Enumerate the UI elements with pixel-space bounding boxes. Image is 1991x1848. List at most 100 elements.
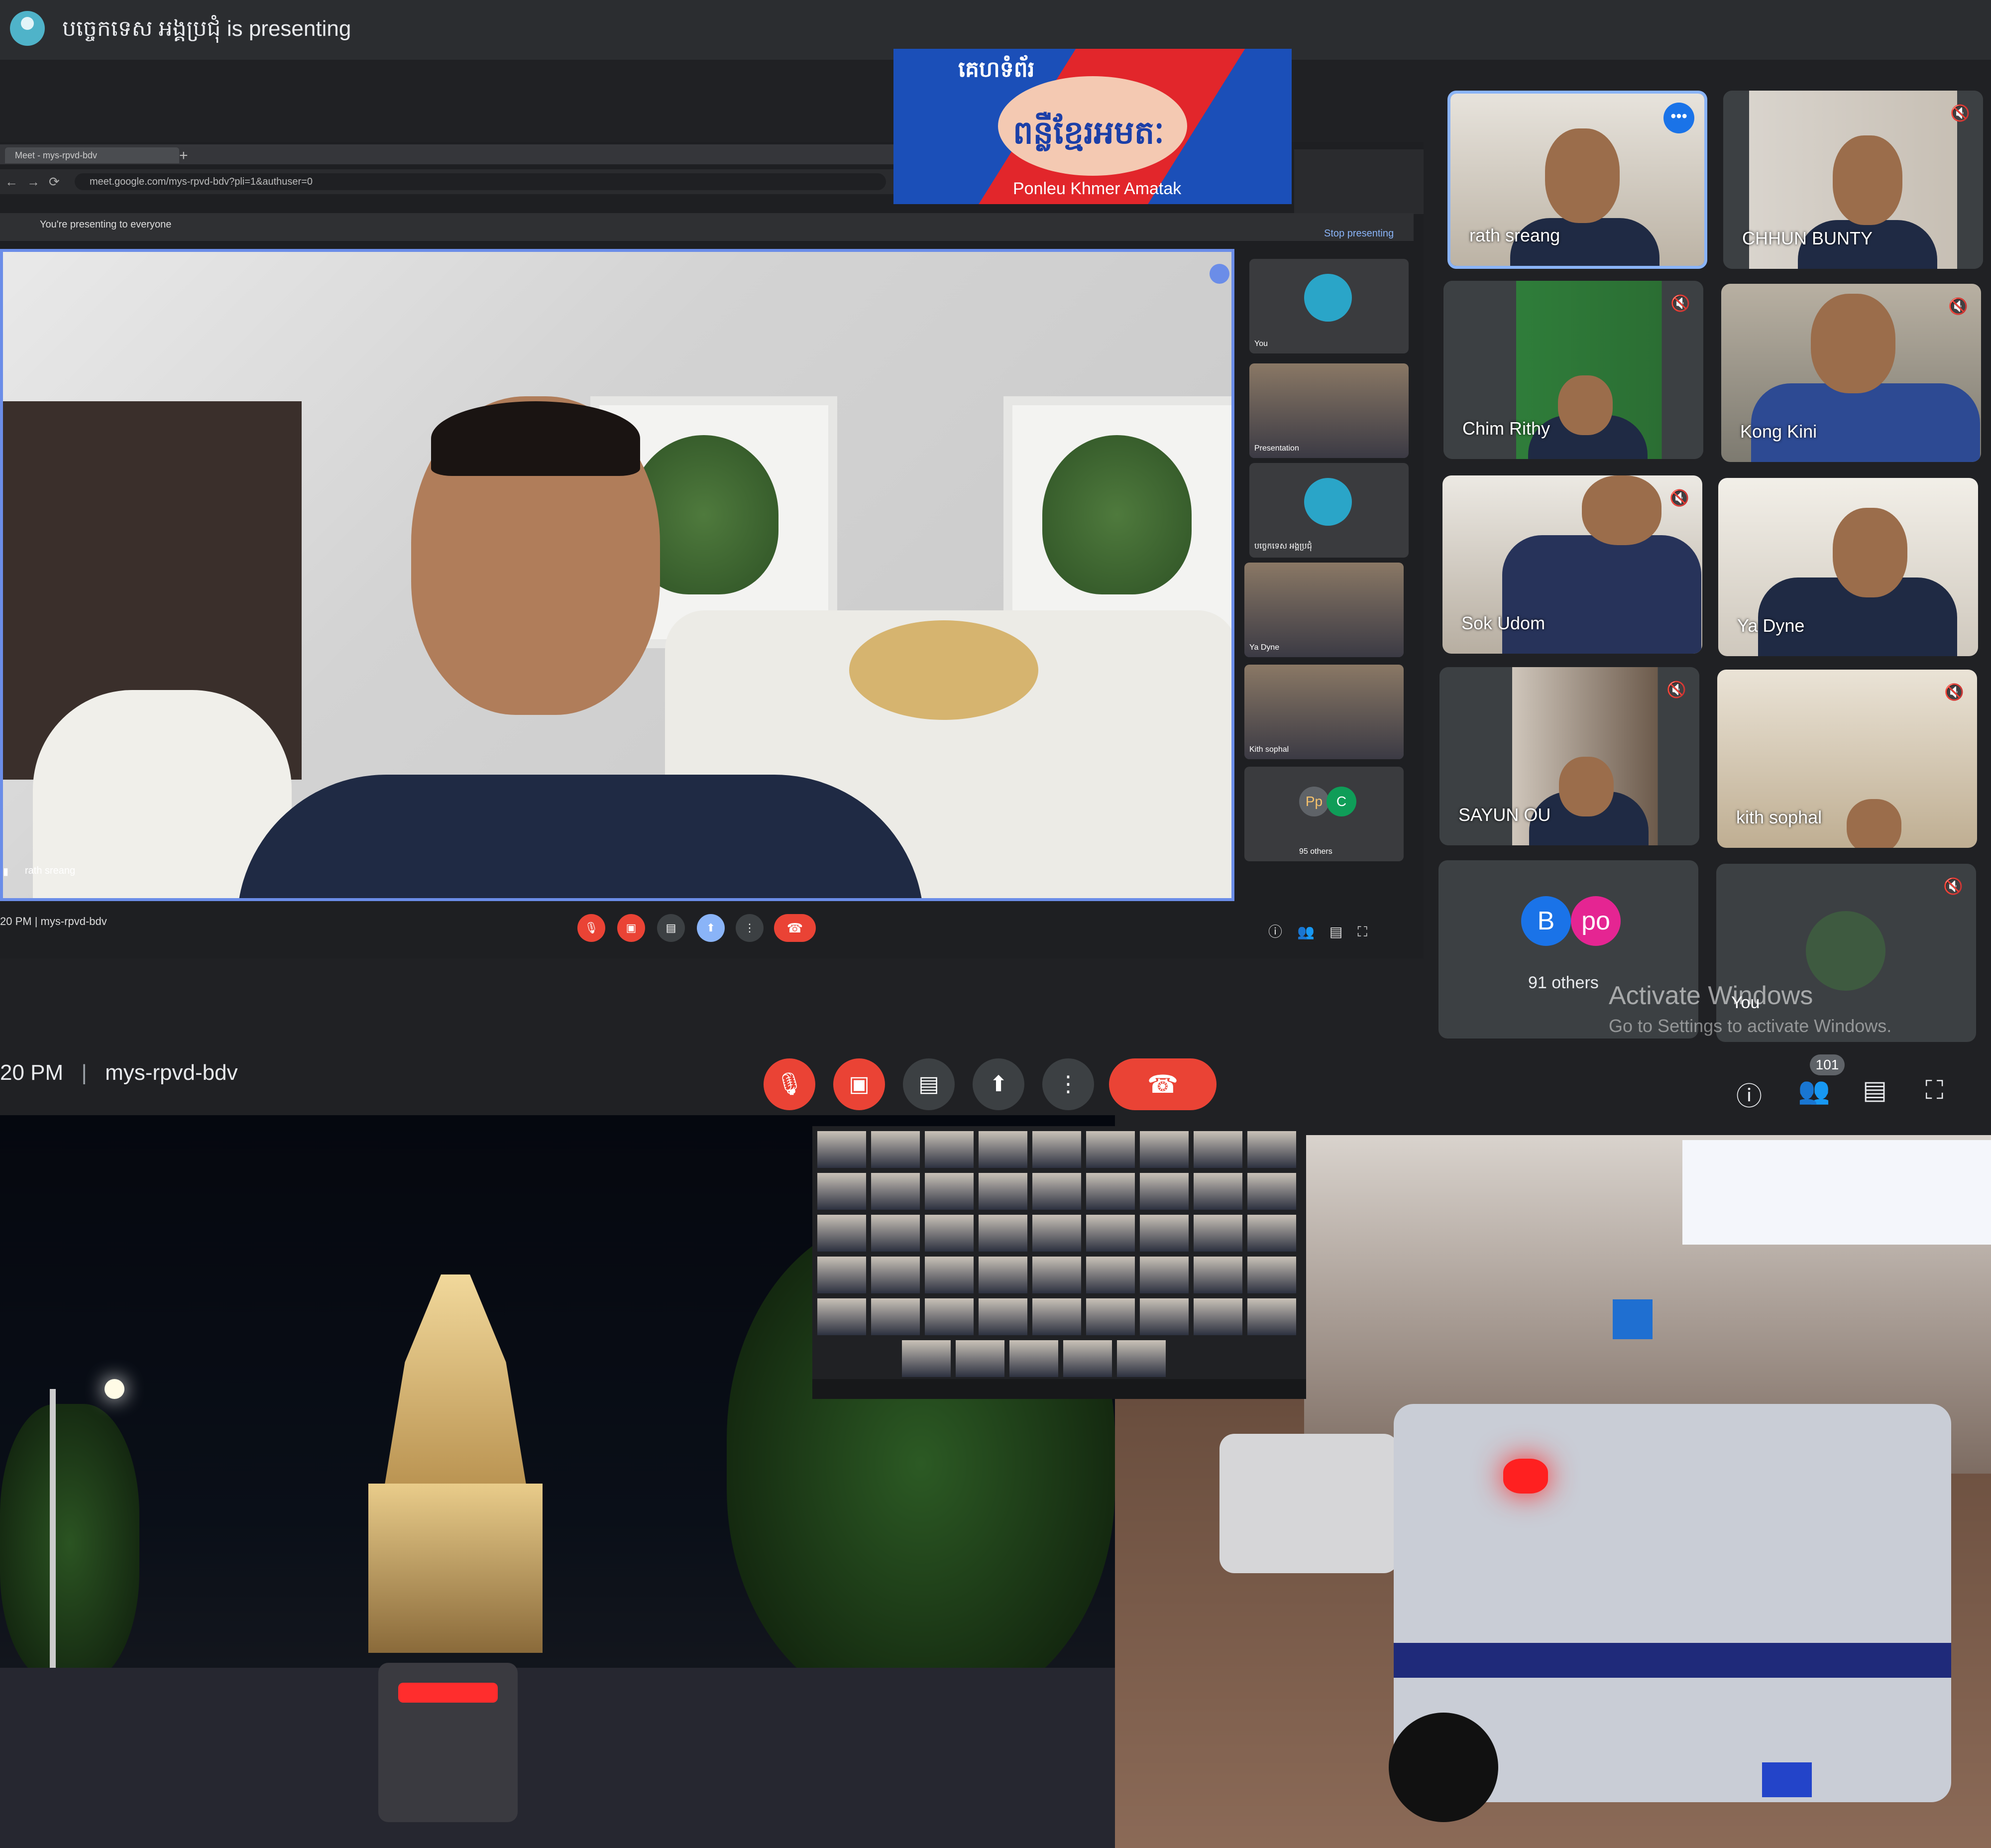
- end-call-icon[interactable]: ☎: [1109, 1058, 1217, 1110]
- logo-sub-text: Ponleu Khmer Amatak: [1013, 179, 1182, 198]
- shared-tile-presentation[interactable]: Presentation: [1249, 363, 1409, 458]
- officer-hair: [431, 401, 640, 476]
- others-avatar: po: [1571, 896, 1621, 946]
- license-plate: [1762, 1762, 1812, 1797]
- meeting-time-code: 20 PM | mys-rpvd-bdv: [0, 1060, 238, 1085]
- avatar: C: [1327, 787, 1356, 816]
- inner-captions-icon[interactable]: ▤: [657, 914, 685, 942]
- activities-icon[interactable]: ⛶: [1925, 1075, 1943, 1106]
- shared-tile-you[interactable]: You: [1249, 259, 1409, 353]
- mic-off-icon: 🔇: [1950, 104, 1970, 122]
- officer-uniform: [237, 775, 924, 898]
- participant-tile-rath-sreang[interactable]: ••• rath sreang: [1447, 91, 1707, 269]
- patrol-pickup-back: [1219, 1434, 1399, 1573]
- participant-name: Ya Dyne: [1737, 615, 1805, 636]
- inner-more-icon[interactable]: ⋮: [736, 914, 764, 942]
- mic-off-icon: 🔇: [1669, 489, 1689, 507]
- separator: |: [81, 1060, 87, 1085]
- participant-tile-chim-rithy[interactable]: 🔇 Chim Rithy: [1443, 281, 1703, 459]
- chat-icon[interactable]: ▤: [1863, 1075, 1887, 1105]
- stop-presenting-button[interactable]: Stop presenting: [1324, 228, 1394, 239]
- participant-tile-chhun-bunty[interactable]: 🔇 CHHUN BUNTY: [1723, 91, 1983, 269]
- meeting-code: mys-rpvd-bdv: [105, 1060, 238, 1085]
- avatar: Pp: [1299, 787, 1329, 816]
- grid-overview-controls: [812, 1379, 1306, 1399]
- trees: [0, 1404, 139, 1683]
- participant-tile-ya-dyne[interactable]: Ya Dyne: [1718, 478, 1978, 656]
- inner-end-call-icon[interactable]: ☎: [774, 914, 816, 942]
- mic-off-icon: 🔇: [1948, 297, 1968, 315]
- participant-name: CHHUN BUNTY: [1742, 228, 1873, 248]
- siren-light: [1503, 1459, 1548, 1494]
- participant-name: kith sophal: [1736, 807, 1822, 827]
- participant-tile-kith-sophal[interactable]: 🔇 kith sophal: [1717, 670, 1977, 848]
- presenting-banner-text: You're presenting to everyone: [40, 219, 172, 230]
- presenting-status-text: បច្ចេកទេស អង្គប្រជុំ is presenting: [62, 16, 351, 41]
- user-avatar-icon: [1304, 274, 1352, 322]
- independence-monument-base: [368, 1484, 543, 1653]
- tile-name: បច្ចេកទេស អង្គប្រជុំ: [1254, 542, 1312, 551]
- mic-off-icon: 🔇: [1670, 294, 1690, 312]
- presenting-banner: [0, 213, 1414, 241]
- others-count-label: 91 others: [1528, 973, 1599, 992]
- mic-off-icon: 🔇: [1943, 877, 1963, 895]
- browser-nav-icons[interactable]: ←→⟳: [5, 174, 69, 190]
- shared-tile-kith-sophal[interactable]: Kith sophal: [1244, 665, 1404, 759]
- participant-tile-sok-udom[interactable]: 🔇 Sok Udom: [1442, 475, 1702, 654]
- inner-side-icons[interactable]: ⓘ👥▤⛶: [1268, 921, 1382, 941]
- address-bar[interactable]: meet.google.com/mys-rpvd-bdv?pli=1&authu…: [75, 173, 886, 190]
- street-light-pole: [50, 1389, 56, 1668]
- you-avatar: [1806, 911, 1885, 991]
- participant-tile-sayun-ou[interactable]: 🔇 SAYUN OU: [1439, 667, 1699, 845]
- new-tab-icon[interactable]: +: [179, 147, 188, 164]
- captions-icon[interactable]: ▤: [903, 1058, 955, 1110]
- meeting-details-icon[interactable]: ⓘ: [1736, 1075, 1762, 1113]
- browser-tab[interactable]: Meet - mys-rpvd-bdv: [5, 147, 179, 163]
- shared-tile-ya-dyne[interactable]: Ya Dyne: [1244, 563, 1404, 657]
- mic-off-icon: 🔇: [1666, 681, 1686, 698]
- pharmacy-cross: [1613, 1299, 1653, 1339]
- meeting-grid-overview: [812, 1126, 1306, 1399]
- more-options-icon[interactable]: ⋮: [1042, 1058, 1094, 1110]
- pickup-wheel: [1389, 1713, 1498, 1822]
- mic-indicator-icon: ▮: [3, 866, 9, 877]
- main-video-more-icon[interactable]: [1210, 264, 1229, 284]
- tile-name: 95 others: [1299, 847, 1332, 856]
- participant-tile-kong-kini[interactable]: 🔇 Kong Kini: [1721, 284, 1981, 462]
- inner-meeting-info: 20 PM | mys-rpvd-bdv: [0, 915, 107, 927]
- more-options-icon[interactable]: •••: [1663, 103, 1694, 133]
- shared-tile-presenter[interactable]: បច្ចេកទេស អង្គប្រជុំ: [1249, 463, 1409, 558]
- windows-activation-watermark: Activate Windows: [1609, 981, 1813, 1010]
- logo-main-text: ពន្លឺខ្មែរអមតៈ: [1013, 115, 1164, 150]
- people-icon[interactable]: 👥: [1798, 1075, 1830, 1106]
- ponleu-khmer-amatak-logo: គេហទំព័រ ពន្លឺខ្មែរអមតៈ Ponleu Khmer Ama…: [893, 49, 1292, 204]
- main-speaker-video[interactable]: [0, 249, 1234, 901]
- inner-mic-off-icon[interactable]: 🎙: [577, 914, 605, 942]
- participant-name: rath sreang: [1469, 225, 1560, 245]
- shared-tile-others[interactable]: Pp C 95 others: [1244, 767, 1404, 861]
- people-count-badge: 101: [1810, 1054, 1845, 1075]
- logo-top-text: គេហទំព័រ: [958, 57, 1035, 82]
- building-sign: [1682, 1140, 1991, 1245]
- mic-off-icon[interactable]: 🎙: [764, 1058, 815, 1110]
- tile-name: You: [1254, 340, 1268, 348]
- participant-name: Sok Udom: [1461, 613, 1546, 633]
- participant-name: Chim Rithy: [1462, 418, 1550, 439]
- user-avatar-icon: [1304, 478, 1352, 526]
- tile-name: Kith sophal: [1249, 745, 1289, 754]
- pickup-stripe: [1394, 1643, 1951, 1678]
- inner-camera-off-icon[interactable]: ▣: [617, 914, 645, 942]
- mic-off-icon: 🔇: [1944, 683, 1964, 701]
- windows-activation-hint: Go to Settings to activate Windows.: [1609, 1016, 1892, 1036]
- street-lamp: [105, 1379, 124, 1399]
- sofa-crest: [849, 620, 1038, 720]
- others-avatar: B: [1521, 896, 1571, 946]
- inner-present-icon[interactable]: ⬆: [697, 914, 725, 942]
- main-speaker-name: rath sreang: [25, 865, 76, 876]
- present-screen-icon[interactable]: ⬆: [973, 1058, 1024, 1110]
- presenter-avatar: [10, 11, 45, 46]
- tail-light: [398, 1683, 498, 1703]
- road: [0, 1668, 1115, 1848]
- camera-off-icon[interactable]: ▣: [833, 1058, 885, 1110]
- participant-tile-others[interactable]: [1438, 860, 1698, 1039]
